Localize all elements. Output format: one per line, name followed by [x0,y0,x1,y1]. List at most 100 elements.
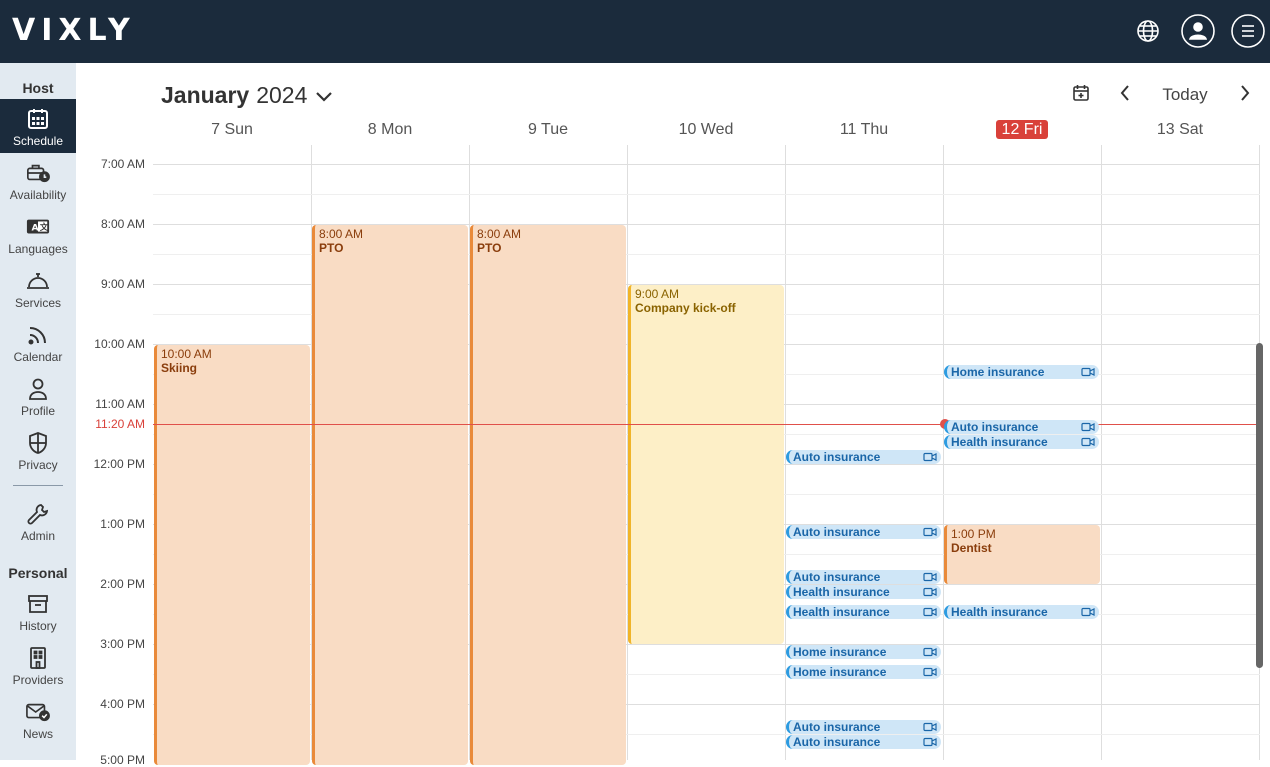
time-label: 1:00 PM [100,517,145,531]
video-camera-icon [923,737,937,747]
sidebar-item-news[interactable]: News [0,692,76,746]
sidebar-item-services[interactable]: Services [0,261,76,315]
video-camera-icon [1081,437,1095,447]
video-camera-icon [923,722,937,732]
video-camera-icon [1081,367,1095,377]
event-title: PTO [319,241,344,255]
user-icon[interactable] [1181,14,1215,48]
time-label: 11:00 AM [95,397,145,411]
day-header-wed[interactable]: 10 Wed [627,121,785,139]
year-label: 2024 [256,82,308,108]
appointment-pill[interactable]: Health insurance [944,605,1099,619]
appointment-pill[interactable]: Home insurance [786,645,941,659]
day-header-thu[interactable]: 11 Thu [785,121,943,139]
translate-icon: A文 [26,215,50,239]
appointment-pill[interactable]: Health insurance [786,585,941,599]
today-button[interactable]: Today [1150,85,1220,105]
current-time-label: 11:20 AM [95,417,145,431]
menu-icon[interactable] [1231,14,1265,48]
time-label: 7:00 AM [100,157,145,171]
sidebar-item-label: Calendar [13,350,63,364]
appointment-title: Auto insurance [793,525,881,539]
event-time: 1:00 PM [951,527,996,541]
video-camera-icon [923,647,937,657]
appointment-title: Auto insurance [793,450,881,464]
appointment-title: Home insurance [793,665,887,679]
event-skiing[interactable]: 10:00 AM Skiing [154,345,310,765]
appointment-pill[interactable]: Home insurance [944,365,1099,379]
previous-week-button[interactable] [1115,82,1135,108]
sidebar-item-profile[interactable]: Profile [0,369,76,423]
sidebar-item-label: Services [14,296,61,310]
vertical-scrollbar[interactable] [1256,343,1263,668]
day-label: 9 Tue [527,121,569,138]
briefcase-clock-icon [26,161,50,185]
appointment-title: Auto insurance [793,720,881,734]
sidebar-item-privacy[interactable]: Privacy [0,423,76,477]
chevron-left-icon [1119,84,1131,107]
event-title: PTO [477,241,502,255]
next-week-button[interactable] [1235,82,1255,108]
appointment-pill[interactable]: Auto insurance [786,450,941,464]
day-header-fri-today[interactable]: 12 Fri [943,120,1101,139]
time-label: 8:00 AM [100,217,145,231]
event-company-kickoff[interactable]: 9:00 AM Company kick-off [628,285,784,644]
chevron-down-icon [315,82,333,109]
day-header-mon[interactable]: 8 Mon [311,121,469,139]
event-title: Skiing [161,361,198,375]
sidebar-item-providers[interactable]: Providers [0,638,76,692]
time-label: 2:00 PM [100,577,145,591]
day-divider [943,145,944,760]
sidebar-item-label: Profile [20,404,55,418]
event-pto-tuesday[interactable]: 8:00 AM PTO [470,225,626,765]
appointment-pill[interactable]: Auto insurance [786,570,941,584]
appointment-pill[interactable]: Auto insurance [786,720,941,734]
time-label: 10:00 AM [94,337,145,351]
archive-box-icon [26,592,50,616]
vixly-logo[interactable]: VIXLY [12,14,136,48]
sidebar-item-languages[interactable]: A文 Languages [0,207,76,261]
day-label: 13 Sat [1156,121,1204,138]
appointment-pill[interactable]: Auto insurance [786,525,941,539]
sidebar-item-calendar[interactable]: Calendar [0,315,76,369]
appointment-pill[interactable]: Health insurance [786,605,941,619]
day-label: 11 Thu [839,121,889,138]
appointment-pill[interactable]: Auto insurance [944,420,1099,434]
appointment-title: Auto insurance [793,570,881,584]
day-header-tue[interactable]: 9 Tue [469,121,627,139]
event-title: Company kick-off [635,301,736,315]
sidebar-item-label: Schedule [12,134,64,148]
chevron-right-icon [1239,84,1251,107]
calendar-grid-icon [26,107,50,131]
video-camera-icon [923,607,937,617]
time-label: 12:00 PM [93,457,145,471]
event-time: 9:00 AM [635,287,680,301]
appointment-title: Health insurance [793,605,890,619]
personal-heading: Personal [8,565,68,581]
sidebar-item-admin[interactable]: Admin [0,494,76,548]
date-picker-button[interactable] [1070,82,1092,108]
event-title: Dentist [951,541,992,555]
appointment-pill[interactable]: Health insurance [944,435,1099,449]
sidebar-item-history[interactable]: History [0,584,76,638]
sidebar-item-schedule[interactable]: Schedule [0,99,76,153]
day-header-sun[interactable]: 7 Sun [153,121,311,139]
video-camera-icon [923,572,937,582]
day-header-sat[interactable]: 13 Sat [1101,121,1259,139]
building-icon [26,646,50,670]
event-dentist[interactable]: 1:00 PM Dentist [944,525,1100,584]
rss-feed-icon [26,323,50,347]
today-day-label: 12 Fri [995,120,1049,139]
event-pto-monday[interactable]: 8:00 AM PTO [312,225,468,765]
mail-check-icon [26,700,50,724]
video-camera-icon [1081,422,1095,432]
video-camera-icon [923,667,937,677]
appointment-pill[interactable]: Auto insurance [786,735,941,749]
appointment-title: Health insurance [951,605,1048,619]
month-selector[interactable]: January 2024 [161,82,333,109]
appointment-pill[interactable]: Home insurance [786,665,941,679]
month-label: January [161,82,250,108]
time-label: 3:00 PM [100,637,145,651]
sidebar-item-availability[interactable]: Availability [0,153,76,207]
globe-icon[interactable] [1131,14,1165,48]
